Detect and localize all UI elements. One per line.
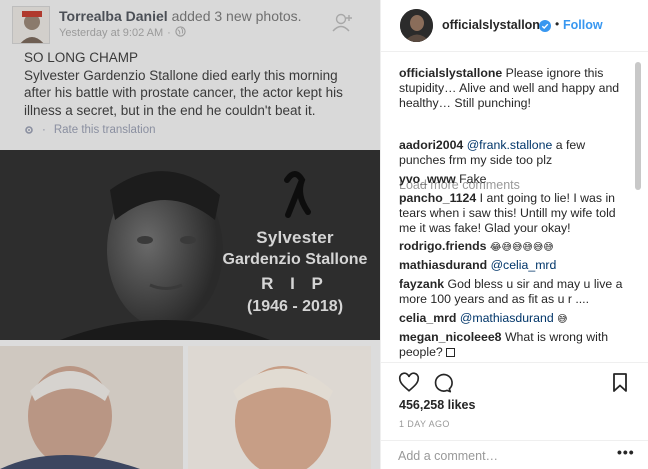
photo-thumbnail[interactable] bbox=[0, 346, 183, 469]
comment-username[interactable]: megan_nicoleee8 bbox=[399, 330, 502, 344]
post-body: Sylvester Gardenzio Stallone died early … bbox=[24, 67, 343, 118]
comment-text: Fake bbox=[459, 172, 487, 186]
profile-avatar[interactable] bbox=[400, 9, 433, 42]
memorial-rip: R I P bbox=[261, 274, 329, 293]
comment-emoji-text: 😂😅😅😅😅😅 bbox=[489, 242, 554, 253]
post-text: SO LONG CHAMP Sylvester Gardenzio Stallo… bbox=[24, 49, 364, 119]
comment-item: pancho_1124 I ant going to lie! I was in… bbox=[399, 191, 635, 236]
comment-item: megan_nicoleee8 What is wrong with peopl… bbox=[399, 330, 635, 360]
add-friend-icon[interactable] bbox=[332, 12, 354, 32]
likes-count[interactable]: 456,258 likes bbox=[399, 398, 475, 412]
comment-item: yvo_www Fake bbox=[399, 172, 635, 187]
comment-username[interactable]: fayzank bbox=[399, 277, 444, 291]
comment-mention[interactable]: @mathiasdurand bbox=[460, 311, 554, 325]
author-avatar[interactable] bbox=[12, 6, 50, 44]
memorial-years: (1946 - 2018) bbox=[246, 298, 344, 315]
meta-separator: · bbox=[42, 124, 46, 136]
comment-username[interactable]: mathiasdurand bbox=[399, 258, 487, 272]
facebook-post-header: Torrealba Daniel added 3 new photos. Yes… bbox=[0, 0, 380, 150]
comment-username[interactable]: yvo_www bbox=[399, 172, 456, 186]
instagram-post-panel: officialslystallone • Follow officialsly… bbox=[380, 0, 648, 469]
more-options-button[interactable]: ••• bbox=[617, 444, 635, 460]
memorial-text: Sylvester Gardenzio Stallone R I P (1946… bbox=[215, 228, 375, 316]
profile-username-link[interactable]: officialslystallone bbox=[442, 18, 547, 32]
rate-translation-link[interactable]: Rate this translation bbox=[54, 124, 156, 136]
add-comment-input[interactable] bbox=[398, 447, 598, 465]
meta-separator: · bbox=[167, 27, 171, 39]
comment-username[interactable]: aadori2004 bbox=[399, 138, 463, 152]
caption: officialslystallone Please ignore this s… bbox=[399, 66, 635, 111]
instagram-header: officialslystallone • Follow bbox=[381, 0, 648, 52]
comment-item: aadori2004 @frank.stallone a few punches… bbox=[399, 138, 635, 168]
comment-username[interactable]: rodrigo.friends bbox=[399, 239, 486, 253]
memorial-full-name: Gardenzio Stallone bbox=[222, 251, 368, 268]
unknown-glyph-icon bbox=[446, 348, 456, 357]
memorial-photo[interactable]: Sylvester Gardenzio Stallone R I P (1946… bbox=[0, 150, 380, 340]
profile-avatar-image bbox=[400, 9, 433, 42]
comment-item: fayzank God bless u sir and may u live a… bbox=[399, 277, 635, 307]
bookmark-icon[interactable] bbox=[611, 372, 629, 393]
add-comment-bar: ••• bbox=[381, 440, 648, 469]
comment-username[interactable]: officialslystallone bbox=[399, 66, 502, 80]
comment-emoji-text: 😅 bbox=[557, 314, 568, 325]
memorial-first-name: Sylvester bbox=[256, 228, 334, 247]
gear-icon bbox=[25, 126, 33, 134]
thumbnail-image bbox=[0, 346, 183, 469]
header-separator: • bbox=[555, 17, 560, 31]
photo-thumbnail[interactable] bbox=[188, 346, 371, 469]
comment-bubble-icon[interactable] bbox=[431, 372, 453, 393]
post-meta: Yesterday at 9:02 AM · bbox=[59, 26, 186, 40]
comments-list: officialslystallone Please ignore this s… bbox=[381, 62, 648, 362]
comment-username[interactable]: pancho_1124 bbox=[399, 191, 476, 205]
heart-icon[interactable] bbox=[398, 372, 420, 393]
post-actions: 456,258 likes 1 DAY AGO bbox=[381, 362, 648, 440]
post-timestamp[interactable]: Yesterday at 9:02 AM bbox=[59, 27, 163, 39]
globe-icon[interactable] bbox=[175, 26, 186, 40]
author-avatar-image bbox=[13, 7, 49, 43]
post-action-text: added 3 new photos. bbox=[171, 8, 302, 24]
comment-item: celia_mrd @mathiasdurand 😅 bbox=[399, 311, 635, 327]
facebook-post: Torrealba Daniel added 3 new photos. Yes… bbox=[0, 0, 380, 469]
post-author-line: Torrealba Daniel added 3 new photos. bbox=[59, 8, 302, 24]
photo-thumbnail-row bbox=[0, 340, 380, 469]
comment-item: rodrigo.friends 😂😅😅😅😅😅 bbox=[399, 239, 635, 255]
follow-button[interactable]: Follow bbox=[563, 18, 603, 32]
thumbnail-image bbox=[188, 346, 371, 469]
post-time-ago[interactable]: 1 DAY AGO bbox=[399, 419, 450, 429]
comment-mention[interactable]: @celia_mrd bbox=[491, 258, 557, 272]
rate-translation[interactable]: · Rate this translation bbox=[24, 124, 155, 136]
comment-username[interactable]: celia_mrd bbox=[399, 311, 456, 325]
comment-item: mathiasdurand @celia_mrd bbox=[399, 258, 635, 273]
author-name-link[interactable]: Torrealba Daniel bbox=[59, 8, 168, 24]
verified-badge-icon bbox=[539, 19, 551, 32]
comment-mention[interactable]: @frank.stallone bbox=[467, 138, 553, 152]
post-headline: SO LONG CHAMP bbox=[24, 50, 139, 65]
